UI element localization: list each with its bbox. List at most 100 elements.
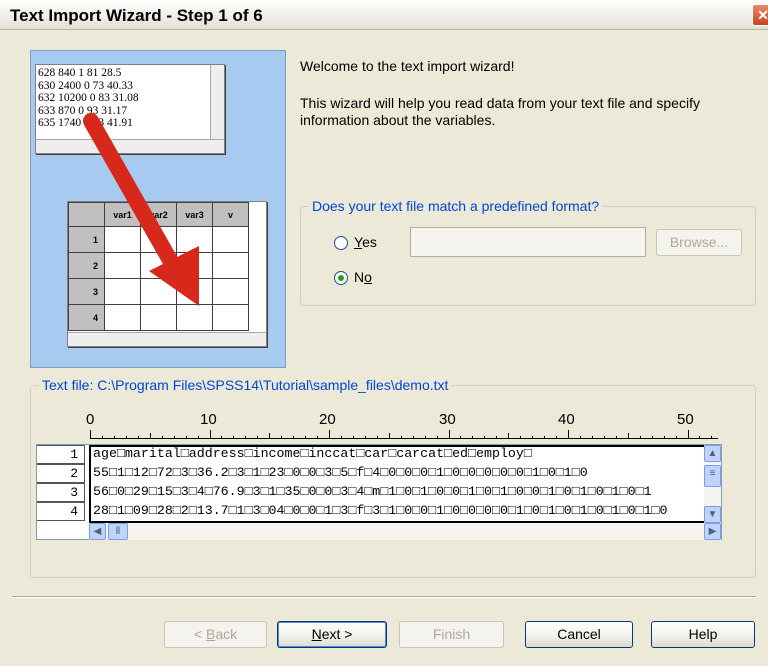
ruler-tick <box>544 436 546 439</box>
preview-row: 1 age□marital□address□income□inccat□car□… <box>37 445 723 464</box>
ruler-label: 10 <box>200 411 217 428</box>
ruler-tick <box>496 436 498 439</box>
ruler-tick <box>376 436 378 439</box>
preview-row: 4 28□1□09□28□2□13.7□1□3□04□0□0□1□3□f□3□1… <box>37 502 723 521</box>
ruler-tick <box>257 436 259 439</box>
ruler-tick <box>603 436 605 439</box>
ruler-tick <box>293 436 295 439</box>
yes-radio[interactable] <box>334 236 348 250</box>
ruler-tick <box>687 430 689 439</box>
ruler-tick <box>269 433 271 439</box>
preview-row-number: 4 <box>37 502 85 521</box>
preview-row-text: 28□1□09□28□2□13.7□1□3□04□0□0□1□3□f□3□1□0… <box>93 503 668 518</box>
ruler-tick <box>448 430 450 439</box>
scroll-thumb-vertical[interactable]: ≡ <box>704 465 721 487</box>
ruler-tick <box>532 436 534 439</box>
ruler-tick <box>484 436 486 439</box>
scroll-right-icon[interactable]: ▶ <box>704 523 721 540</box>
preview-row-number: 3 <box>37 483 85 502</box>
ruler-tick <box>245 436 247 439</box>
preview-horizontal-scrollbar[interactable]: ◀ ⦀ ▶ <box>89 523 721 540</box>
ruler-tick <box>317 436 319 439</box>
no-radio[interactable] <box>334 271 348 285</box>
ruler-tick <box>149 433 151 439</box>
ruler-tick <box>388 433 390 439</box>
preview-row-text: 56□0□29□15□3□4□76.9□3□1□35□0□0□3□4□m□1□0… <box>93 484 652 499</box>
preview-row: 3 56□0□29□15□3□4□76.9□3□1□35□0□0□3□4□m□1… <box>37 483 723 502</box>
ruler-line <box>90 438 718 439</box>
ruler-label: 20 <box>319 411 336 428</box>
ruler-tick <box>520 436 522 439</box>
back-button[interactable]: < Back <box>164 621 267 648</box>
ruler-label: 50 <box>677 411 694 428</box>
ruler-tick <box>209 430 211 439</box>
close-button[interactable]: ✕ <box>752 4 768 26</box>
ruler-tick <box>460 436 462 439</box>
ruler-tick <box>556 436 558 439</box>
preview-vertical-scrollbar[interactable]: ▲ ≡ ▼ <box>704 445 721 523</box>
ruler-tick <box>400 436 402 439</box>
ruler-tick <box>113 436 115 439</box>
ruler-tick <box>197 436 199 439</box>
browse-button[interactable]: Browse... <box>656 229 742 256</box>
scroll-up-icon[interactable]: ▲ <box>704 445 721 462</box>
ruler-tick <box>329 430 330 439</box>
ruler-tick <box>221 436 223 439</box>
import-arrow-icon <box>83 113 199 306</box>
ruler-tick <box>615 436 617 439</box>
ruler-tick <box>340 436 342 439</box>
ruler-tick <box>352 436 354 439</box>
ruler-tick <box>711 436 713 439</box>
ruler-tick <box>101 436 103 439</box>
ruler-tick <box>591 436 593 439</box>
ruler-tick <box>675 436 677 439</box>
ruler-tick <box>125 436 127 439</box>
next-button[interactable]: Next > <box>277 621 387 648</box>
preview-row-number: 1 <box>37 445 85 464</box>
wizard-illustration: 628 840 1 81 28.5 630 2400 0 73 40.33 63… <box>30 50 286 368</box>
ruler-tick <box>651 436 653 439</box>
window-title: Text Import Wizard - Step 1 of 6 <box>10 6 263 25</box>
ruler-tick <box>173 436 175 439</box>
ruler-tick <box>663 436 665 439</box>
cancel-button[interactable]: Cancel <box>525 621 633 648</box>
predefined-format-path-input[interactable] <box>410 227 646 257</box>
ruler-tick <box>568 430 569 439</box>
welcome-text: Welcome to the text import wizard! <box>300 58 515 74</box>
preview-row: 2 55□1□12□72□3□36.2□3□1□23□0□0□3□5□f□4□0… <box>37 464 723 483</box>
button-separator <box>12 596 756 598</box>
ruler-tick <box>233 436 235 439</box>
scroll-left-icon[interactable]: ◀ <box>89 523 106 540</box>
ruler-tick <box>305 436 307 439</box>
ruler-tick <box>639 436 641 439</box>
ruler-tick <box>281 436 283 439</box>
close-icon: ✕ <box>757 7 768 23</box>
ruler-tick <box>627 433 629 439</box>
ruler-label: 30 <box>439 411 456 428</box>
ruler-tick <box>436 436 438 439</box>
ruler-tick <box>472 436 474 439</box>
ruler-tick <box>364 436 366 439</box>
ruler-tick <box>412 436 414 439</box>
finish-button[interactable]: Finish <box>399 621 504 648</box>
preview-row-text: 55□1□12□72□3□36.2□3□1□23□0□0□3□5□f□4□0□0… <box>93 465 588 480</box>
ruler-tick <box>161 436 163 439</box>
ruler-tick <box>185 436 187 439</box>
column-ruler: 0 10 20 30 40 50 <box>86 411 718 439</box>
text-file-legend: Text file: C:\Program Files\SPSS14\Tutor… <box>39 377 452 393</box>
ruler-tick <box>137 436 139 439</box>
preview-row-number: 2 <box>37 464 85 483</box>
no-radio-label[interactable]: No <box>354 269 372 285</box>
ruler-label: 0 <box>86 411 95 428</box>
help-button[interactable]: Help <box>651 621 755 648</box>
title-bar: Text Import Wizard - Step 1 of 6 ✕ <box>0 0 768 30</box>
yes-radio-label[interactable]: Yes <box>354 234 377 250</box>
scroll-down-icon[interactable]: ▼ <box>704 506 721 523</box>
preview-row-text: age□marital□address□income□inccat□car□ca… <box>93 446 532 461</box>
ruler-label: 40 <box>558 411 575 428</box>
format-group-legend: Does your text file match a predefined f… <box>309 198 603 214</box>
scroll-thumb-horizontal[interactable]: ⦀ <box>108 523 128 540</box>
ruler-tick <box>579 436 581 439</box>
ruler-tick <box>699 436 701 439</box>
data-preview[interactable]: 1 age□marital□address□income□inccat□car□… <box>36 444 722 540</box>
